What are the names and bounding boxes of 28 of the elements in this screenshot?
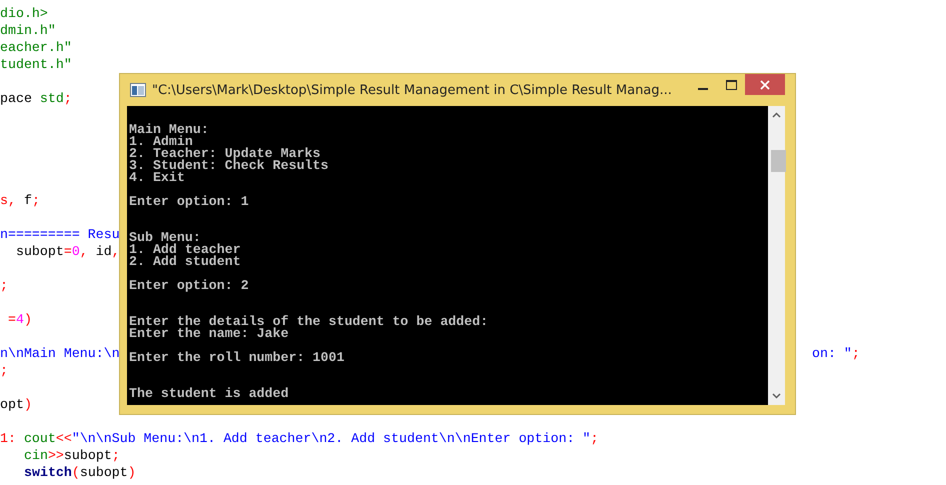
scroll-down-icon[interactable] (772, 393, 781, 399)
code-line: ; (0, 363, 8, 380)
code-line: =4) (6, 312, 32, 329)
code-line: 1: cout<<"\n\nSub Menu:\n1. Add teacher\n2. Add student\n\nEnter option: "; (0, 431, 598, 448)
minimize-icon (698, 88, 708, 90)
code-line: ; (0, 278, 8, 295)
code-line: cin>>subopt; (24, 448, 120, 465)
console-app-icon (130, 83, 146, 97)
code-line: n========= Resu (0, 227, 120, 244)
code-line: subopt=0, id, (14, 244, 120, 261)
maximize-icon (726, 80, 736, 90)
code-line: opt) (0, 397, 32, 414)
code-line: dmin.h" (0, 23, 56, 40)
code-line: tudent.h" (0, 57, 72, 74)
close-button[interactable] (745, 74, 785, 95)
close-icon (760, 80, 770, 90)
code-line: s, f; (0, 193, 40, 210)
code-line: n\nMain Menu:\n (0, 346, 120, 363)
code-line: pace std; (0, 91, 72, 108)
console-output: Main Menu: 1. Admin 2. Teacher: Update Marks 3. Student: Check Results 4. Exit Enter option: 1 Sub Menu: 1. Add teacher 2. Add student Enter option: 2 Enter the details of the student to be added: Enter the name: Jake Enter the roll number: 1001 The student is added (127, 106, 768, 405)
scroll-thumb[interactable] (771, 150, 786, 172)
scrollbar[interactable] (768, 106, 785, 405)
code-line: eacher.h" (0, 40, 72, 57)
code-line: on: "; (812, 346, 860, 361)
scroll-up-icon[interactable] (772, 112, 781, 118)
window-title: "C:\Users\Mark\Desktop\Simple Result Management in C\Simple Result Manag... (152, 82, 673, 98)
code-line: switch(subopt) (24, 465, 136, 482)
code-line: dio.h> (0, 6, 48, 23)
